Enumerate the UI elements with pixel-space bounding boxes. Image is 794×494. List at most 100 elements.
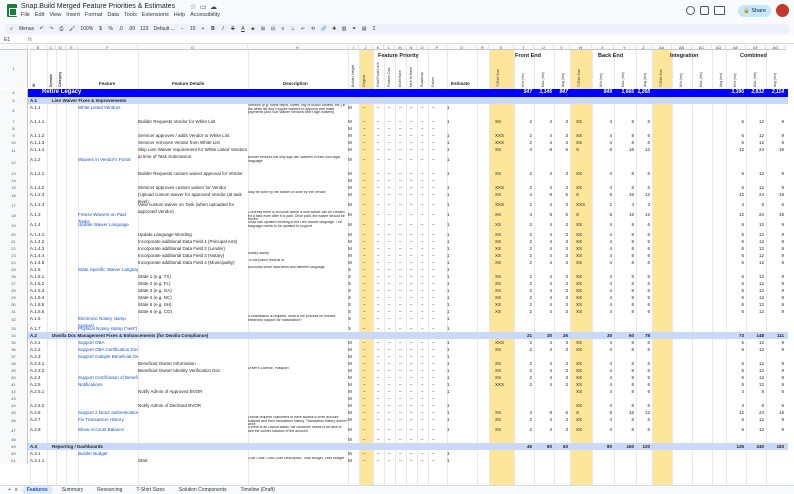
row-header[interactable]: 34 [0, 332, 28, 339]
row-header[interactable]: 30 [0, 301, 28, 308]
column-header[interactable]: Y [614, 45, 636, 50]
fill-color-icon[interactable]: ◈ [250, 26, 255, 32]
menu-item[interactable]: Insert [66, 12, 80, 18]
column-header[interactable]: U [534, 45, 554, 50]
row-header[interactable]: 17 [0, 201, 28, 211]
functions-icon[interactable]: Σ [372, 26, 377, 32]
row-header[interactable]: 1 [0, 50, 28, 88]
sheet-tab[interactable]: Solution Components [174, 486, 232, 494]
sheet-tab[interactable]: Summary [57, 486, 88, 494]
zoom-select[interactable]: 100% [80, 26, 93, 32]
valign-icon[interactable]: ⊥ [290, 26, 295, 32]
row-header[interactable]: 27 [0, 280, 28, 287]
sheet-tab[interactable]: Timeline (Draft) [236, 486, 280, 494]
row-header[interactable]: 18 [0, 211, 28, 221]
row-header[interactable]: 43 [0, 395, 28, 402]
document-title[interactable]: Snap.Build Merged Feature Priorities & E… [21, 3, 175, 10]
avatar[interactable] [776, 4, 789, 17]
text-color-icon[interactable]: A [240, 26, 245, 32]
row-header[interactable]: 51 [0, 457, 28, 464]
move-folder-icon[interactable]: ▭ [200, 3, 207, 11]
sheet-tab[interactable]: Features [21, 486, 53, 494]
column-header[interactable]: N [406, 45, 417, 50]
filter-views-icon[interactable]: ▤ [362, 26, 367, 32]
column-header[interactable]: E [66, 45, 78, 50]
column-header[interactable]: O [417, 45, 428, 50]
sheet-tab[interactable]: Resourcing [92, 486, 127, 494]
menu-item[interactable]: Help [174, 12, 185, 18]
row-header[interactable]: 26 [0, 273, 28, 280]
column-header[interactable]: D [56, 45, 66, 50]
menu-item[interactable]: Accessibility [190, 12, 220, 18]
column-header[interactable]: I [348, 45, 359, 50]
column-header[interactable]: T [514, 45, 534, 50]
row-header[interactable]: 48 [0, 436, 28, 443]
row-header[interactable]: 50 [0, 450, 28, 457]
menu-item[interactable]: File [21, 12, 30, 18]
column-header[interactable]: G [138, 45, 248, 50]
row-header[interactable]: 4 [0, 89, 28, 97]
menu-item[interactable]: Edit [35, 12, 44, 18]
column-header[interactable]: V [554, 45, 570, 50]
row-header[interactable]: 35 [0, 339, 28, 346]
row-header[interactable]: 41 [0, 381, 28, 388]
star-icon[interactable]: ☆ [190, 3, 196, 11]
column-header[interactable]: AC [692, 45, 712, 50]
row-header[interactable]: 49 [0, 443, 28, 450]
row-header[interactable]: 5 [0, 97, 28, 104]
font-size-input[interactable]: 10 [190, 26, 196, 32]
number-format-icon[interactable]: 123 [140, 26, 148, 32]
column-header[interactable]: C [47, 45, 56, 50]
row-header[interactable]: 40 [0, 374, 28, 381]
menu-item[interactable]: View [49, 12, 61, 18]
row-header[interactable]: 37 [0, 353, 28, 360]
menu-item[interactable]: Extensions [142, 12, 169, 18]
sheet-grid[interactable]: B C D E F G H I J K L M N O P Q R S T U V W X Y Z AA AB AC AD AE AF AG 1… [0, 45, 794, 485]
chart-icon[interactable]: ▥ [342, 26, 347, 32]
row-header[interactable]: 31 [0, 308, 28, 315]
rotate-icon[interactable]: ⟲ [310, 26, 315, 32]
column-header[interactable]: F [78, 45, 138, 50]
wrap-icon[interactable]: ↵ [300, 26, 305, 32]
column-header[interactable]: Q [447, 45, 477, 50]
column-header[interactable]: H [248, 45, 348, 50]
search-icon[interactable]: ⌕ [9, 26, 14, 32]
row-header[interactable]: 39 [0, 367, 28, 374]
link-icon[interactable]: 🔗 [320, 26, 326, 32]
currency-icon[interactable]: $ [98, 26, 103, 32]
history-icon[interactable] [686, 6, 695, 15]
strikethrough-icon[interactable]: S [230, 26, 235, 32]
row-header[interactable]: 24 [0, 259, 28, 266]
menus-search[interactable]: Menus [19, 26, 34, 32]
column-header[interactable]: K [373, 45, 384, 50]
column-header[interactable]: AD [712, 45, 726, 50]
column-header[interactable]: AB [672, 45, 692, 50]
row-header[interactable]: 45 [0, 409, 28, 416]
row-header[interactable]: 21 [0, 238, 28, 245]
sheets-logo-icon[interactable] [7, 4, 17, 17]
row-header[interactable]: 15 [0, 184, 28, 191]
row-header[interactable]: 13 [0, 170, 28, 177]
row-header[interactable]: 22 [0, 245, 28, 252]
redo-icon[interactable]: ↷ [49, 26, 54, 32]
row-header[interactable]: 11 [0, 146, 28, 156]
row-header[interactable]: 36 [0, 346, 28, 353]
merge-icon[interactable]: ⊟ [270, 26, 275, 32]
row-header[interactable]: 28 [0, 287, 28, 294]
font-size-increase-icon[interactable]: + [200, 26, 205, 32]
section-row[interactable]: A.3 Reporting / Dashboards 46 80 63 80 160 120 1… [28, 443, 788, 450]
undo-icon[interactable]: ↶ [39, 26, 44, 32]
share-button[interactable]: 🔒 Share [738, 5, 771, 17]
decimal-decrease-icon[interactable]: .0 [118, 26, 123, 32]
filter-icon[interactable]: ⏷ [352, 26, 357, 32]
borders-icon[interactable]: ⊞ [260, 26, 265, 32]
row-header[interactable]: 29 [0, 294, 28, 301]
row-header[interactable]: 46 [0, 416, 28, 426]
row-header[interactable]: 9 [0, 132, 28, 139]
row-header[interactable]: 25 [0, 266, 28, 273]
menu-item[interactable]: Format [85, 12, 102, 18]
row-header[interactable]: 42 [0, 388, 28, 395]
row-header[interactable]: 47 [0, 426, 28, 436]
row-header[interactable]: 6 [0, 104, 28, 118]
column-header[interactable]: AG [766, 45, 786, 50]
